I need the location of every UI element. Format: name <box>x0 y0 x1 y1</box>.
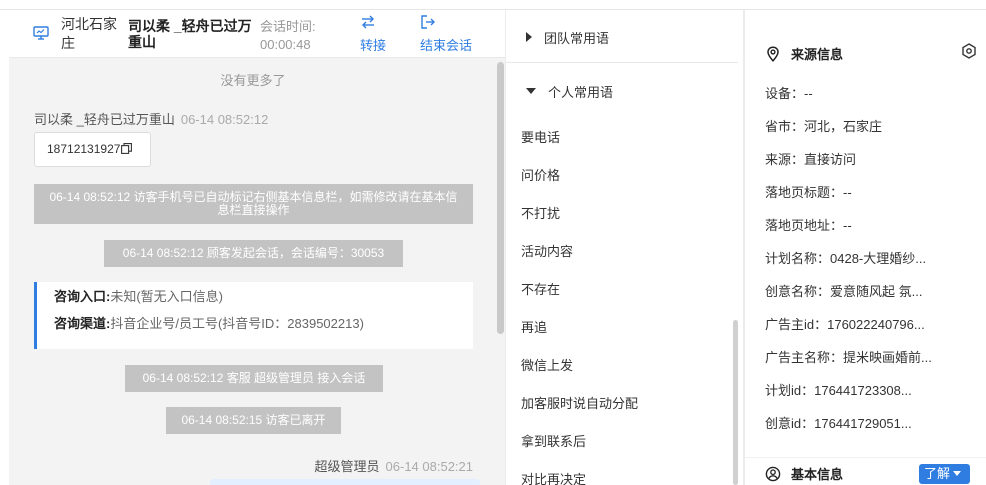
visitor-name: 司以柔 _轻舟已过万重山 <box>34 112 175 127</box>
chat-header: 河北石家庄 司以柔 _轻舟已过万重山 会话时间: 00:00:48 转接 结束会… <box>9 10 505 58</box>
field-creative-id: 创意id：176441729051... <box>765 416 912 431</box>
transfer-icon <box>362 15 374 29</box>
caret-right-icon <box>526 32 532 42</box>
quick-phrases-panel: 团队常用语 个人常用语 要电话 问价格 不打扰 活动内容 不存在 再追 微信上发… <box>505 10 744 485</box>
field-plan-name: 计划名称：0428-大理婚纱... <box>765 251 927 266</box>
phrase-item[interactable]: 不存在 <box>521 279 560 298</box>
chat-panel: 河北石家庄 司以柔 _轻舟已过万重山 会话时间: 00:00:48 转接 结束会… <box>0 10 505 485</box>
system-message-session-start: 06-14 08:52:12 顾客发起会话，会话编号：30053 <box>104 240 403 267</box>
field-source: 来源：直接访问 <box>765 152 857 167</box>
user-circle-icon <box>765 466 781 481</box>
consult-info-card: 咨询入口:未知(暂无入口信息) 咨询渠道:抖音企业号/员工号(抖音号ID：283… <box>34 282 473 349</box>
no-more-hint: 没有更多了 <box>220 73 286 88</box>
phrase-item[interactable]: 拿到联系后 <box>521 431 586 450</box>
system-message-visitor-left: 06-14 08:52:15 访客已离开 <box>166 407 341 434</box>
phrase-item[interactable]: 要电话 <box>521 127 560 146</box>
copy-icon[interactable] <box>121 143 133 155</box>
transfer-button[interactable]: 转接 <box>360 14 386 54</box>
chat-messages[interactable]: 没有更多了 司以柔 _轻舟已过万重山 06-14 08:52:12 1871213… <box>9 58 505 485</box>
visitor-message-time: 06-14 08:52:12 <box>180 112 269 127</box>
agent-message-meta: 超级管理员 06-14 08:52:21 <box>315 456 473 475</box>
source-info-title: 来源信息 <box>765 44 843 63</box>
learn-dropdown-button[interactable]: 了解 <box>919 464 970 484</box>
phrase-item[interactable]: 对比再决定 <box>521 469 586 485</box>
field-province: 省市：河北，石家庄 <box>765 119 883 134</box>
learn-dropdown-label: 了解 <box>924 466 951 481</box>
visitor-message-meta: 司以柔 _轻舟已过万重山 06-14 08:52:12 <box>34 109 268 128</box>
end-session-button[interactable]: 结束会话 <box>420 14 472 54</box>
phrase-group-personal[interactable]: 个人常用语 <box>506 80 736 102</box>
transfer-label: 转接 <box>360 38 387 53</box>
section-divider <box>745 457 986 458</box>
agent-name: 超级管理员 <box>314 459 380 474</box>
consult-entry-key: 咨询入口: <box>54 289 111 304</box>
consult-channel-key: 咨询渠道: <box>54 316 111 331</box>
customer-location: 河北石家庄 <box>61 16 117 51</box>
source-info-title-text: 来源信息 <box>791 47 844 62</box>
field-creative-name: 创意名称：爱意随风起 氛... <box>765 284 923 299</box>
phrase-item[interactable]: 微信上发 <box>521 355 573 374</box>
consult-entry-value: 未知(暂无入口信息) <box>110 289 224 304</box>
phrase-group-team-label: 团队常用语 <box>544 30 610 46</box>
consult-channel-row: 咨询渠道:抖音企业号/员工号(抖音号ID：2839502213) <box>54 317 473 330</box>
location-pin-icon <box>767 45 779 62</box>
customer-name: 司以柔 _轻舟已过万重山 <box>128 18 252 50</box>
chat-scrollbar[interactable] <box>497 62 504 334</box>
phrase-item[interactable]: 问价格 <box>521 165 560 184</box>
caret-down-icon <box>953 471 962 477</box>
visitor-phone-text: 18712131927 <box>47 142 121 156</box>
session-timer-value: 00:00:48 <box>260 37 311 52</box>
visitor-phone-bubble: 18712131927 <box>34 132 151 167</box>
end-session-label: 结束会话 <box>420 38 473 53</box>
field-landing-url: 落地页地址：-- <box>765 218 852 233</box>
agent-message-bubble <box>210 479 480 485</box>
field-advertiser-id: 广告主id：176022240796... <box>765 317 925 332</box>
field-plan-id: 计划id：176441723308... <box>765 383 912 398</box>
consult-channel-value: 抖音企业号/员工号(抖音号ID：2839502213) <box>110 316 364 331</box>
phrases-scrollbar[interactable] <box>733 320 738 485</box>
source-info-panel: 来源信息 设备：-- 省市：河北，石家庄 来源：直接访问 落地页标题：-- 落地… <box>744 10 986 485</box>
phrase-group-team[interactable]: 团队常用语 <box>506 26 609 48</box>
phrase-item[interactable]: 再追 <box>521 317 547 336</box>
phrase-group-divider <box>506 62 738 63</box>
monitor-icon <box>33 26 49 40</box>
basic-info-title-text: 基本信息 <box>791 467 844 482</box>
phrase-item[interactable]: 加客服时说自动分配 <box>521 393 638 412</box>
field-landing-title: 落地页标题：-- <box>765 185 852 200</box>
consult-entry-row: 咨询入口:未知(暂无入口信息) <box>54 290 473 303</box>
phrase-item[interactable]: 不打扰 <box>521 203 560 222</box>
field-advertiser-name: 广告主名称：提米映画婚前... <box>765 350 932 365</box>
field-device: 设备：-- <box>765 86 813 101</box>
agent-message-time: 06-14 08:52:21 <box>385 459 473 474</box>
top-strip <box>0 0 986 10</box>
phrase-group-personal-label: 个人常用语 <box>548 84 614 100</box>
system-message-phone-marked: 06-14 08:52:12 访客手机号已自动标记右侧基本信息栏，如需修改请在基… <box>34 184 473 224</box>
basic-info-title: 基本信息 <box>765 464 843 483</box>
caret-down-icon <box>526 88 536 94</box>
phrase-item[interactable]: 活动内容 <box>521 241 573 260</box>
system-message-agent-joined: 06-14 08:52:12 客服 超级管理员 接入会话 <box>125 365 383 392</box>
settings-hex-icon[interactable] <box>961 43 977 59</box>
session-timer-label: 会话时间: <box>260 19 316 34</box>
exit-icon <box>421 15 435 29</box>
